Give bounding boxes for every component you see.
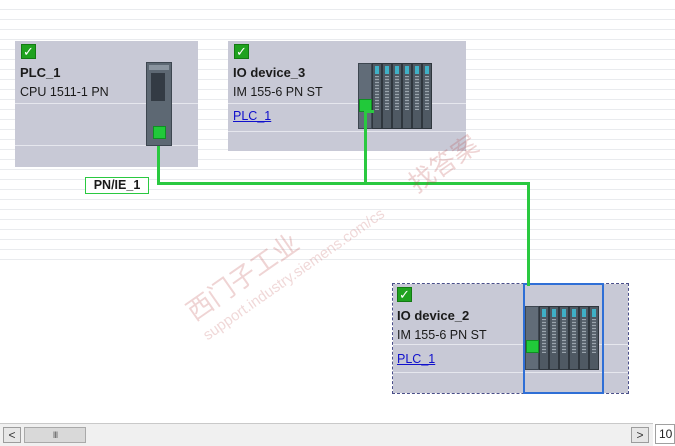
subnet-line[interactable] — [157, 182, 530, 185]
io-module-icon — [382, 63, 392, 129]
io-module-icon — [412, 63, 422, 129]
zoom-input[interactable]: 10 — [655, 424, 675, 444]
controller-link[interactable]: PLC_1 — [233, 109, 271, 123]
subnet-line[interactable] — [364, 110, 374, 113]
io-module-icon — [422, 63, 432, 129]
subnet-line[interactable] — [527, 182, 530, 286]
cpu-module-icon — [146, 62, 172, 146]
device-type: IM 155-6 PN ST — [233, 85, 323, 99]
check-icon: ✓ — [21, 44, 36, 59]
subnet-line[interactable] — [364, 110, 367, 184]
profinet-port-icon[interactable] — [153, 126, 166, 139]
io-module-icon — [372, 63, 382, 129]
scroll-left-button[interactable]: < — [3, 427, 21, 443]
divider — [228, 131, 466, 132]
horizontal-scrollbar[interactable]: < III > — [0, 423, 653, 446]
device-io-device-3[interactable]: ✓ IO device_3 IM 155-6 PN ST PLC_1 — [228, 41, 466, 151]
subnet-line[interactable] — [157, 146, 160, 184]
device-plc-1[interactable]: ✓ PLC_1 CPU 1511-1 PN — [15, 41, 198, 167]
selected-device-frame — [523, 283, 604, 394]
io-module-icon — [402, 63, 412, 129]
network-view-canvas[interactable]: ✓ PLC_1 CPU 1511-1 PN ✓ IO device_3 IM 1… — [0, 0, 675, 423]
subnet-label[interactable]: PN/IE_1 — [85, 177, 149, 194]
device-type: CPU 1511-1 PN — [20, 85, 109, 99]
scroll-right-button[interactable]: > — [631, 427, 649, 443]
device-name: PLC_1 — [20, 65, 61, 80]
io-module-icon — [392, 63, 402, 129]
check-icon: ✓ — [234, 44, 249, 59]
scroll-thumb[interactable]: III — [24, 427, 86, 443]
device-name: IO device_3 — [233, 65, 306, 80]
